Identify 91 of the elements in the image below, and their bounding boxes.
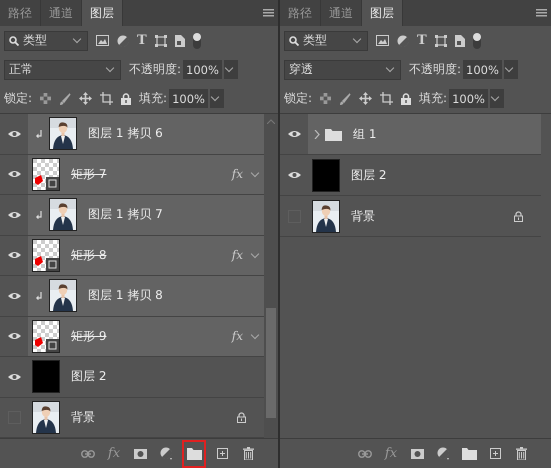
panel-tab[interactable]: 图层 xyxy=(82,0,123,26)
fill-label: 填充: xyxy=(419,90,448,107)
fx-button[interactable]: fx xyxy=(104,442,124,464)
shape-filter-icon[interactable] xyxy=(434,34,447,46)
fill-label: 填充: xyxy=(139,90,168,107)
layer-row[interactable]: 矩形 8 fx xyxy=(28,236,264,275)
eye-icon[interactable] xyxy=(288,130,300,138)
eye-icon[interactable] xyxy=(8,130,20,138)
opacity-label: 不透明度: xyxy=(409,61,462,78)
artboard-icon[interactable] xyxy=(380,92,394,105)
layer-name: 矩形 8 xyxy=(71,246,106,264)
layer-name: 背景 xyxy=(351,208,375,224)
layer-row[interactable]: 矩形 7 fx xyxy=(28,154,264,194)
scrollbar[interactable] xyxy=(264,114,278,438)
opacity-dropdown-button[interactable] xyxy=(502,60,518,79)
opacity-field[interactable]: 100% xyxy=(463,60,502,79)
artboard-icon[interactable] xyxy=(100,92,114,105)
blend-mode-dropdown[interactable]: 正常 xyxy=(4,60,121,80)
type-filter-icon[interactable]: T xyxy=(137,33,147,48)
layer-row[interactable]: 背景 xyxy=(308,196,541,236)
lock-label: 锁定: xyxy=(284,90,312,107)
lock-label: 锁定: xyxy=(4,90,32,107)
eye-icon[interactable] xyxy=(8,332,20,340)
opacity-dropdown-button[interactable] xyxy=(222,60,238,79)
panel-tab[interactable]: 路径 xyxy=(0,0,41,26)
eye-icon[interactable] xyxy=(8,372,20,381)
layer-name: 图层 1 拷贝 8 xyxy=(88,287,163,304)
image-filter-icon[interactable] xyxy=(96,35,109,46)
layer-row[interactable]: 图层 1 拷贝 7 xyxy=(28,195,264,234)
eye-icon[interactable] xyxy=(8,170,20,178)
smart-object-filter-icon[interactable] xyxy=(174,34,185,46)
filter-dropdown[interactable]: 类型 xyxy=(284,30,368,50)
search-icon xyxy=(9,36,19,46)
lock-icon[interactable] xyxy=(401,92,412,104)
shape-thumbnail-drawing xyxy=(32,158,60,191)
eye-icon[interactable] xyxy=(8,210,20,219)
panel-tab[interactable]: 图层 xyxy=(362,0,403,26)
layer-thumbnail xyxy=(32,360,60,394)
eye-icon[interactable] xyxy=(8,251,20,260)
layer-row[interactable]: 图层 2 xyxy=(308,155,541,195)
layer-row[interactable]: 图层 1 拷贝 6 xyxy=(28,114,264,154)
brush-icon[interactable] xyxy=(59,92,72,104)
effects-label[interactable]: fx xyxy=(232,248,243,262)
effects-label[interactable]: fx xyxy=(232,329,243,344)
lock-icon[interactable] xyxy=(121,92,132,104)
move-icon[interactable] xyxy=(359,92,372,105)
scroll-thumb[interactable] xyxy=(266,308,276,418)
fill-dropdown-button[interactable] xyxy=(488,89,504,108)
image-filter-icon[interactable] xyxy=(376,35,389,46)
layer-row[interactable]: 组 1 xyxy=(308,114,541,154)
opacity-label: 不透明度: xyxy=(129,61,182,78)
fx-button[interactable]: fx xyxy=(381,442,401,464)
eye-icon[interactable] xyxy=(8,292,20,300)
layer-name: 组 1 xyxy=(353,126,376,142)
fill-field[interactable]: 100% xyxy=(169,89,208,108)
fill-field[interactable]: 100% xyxy=(449,89,488,108)
folder-icon xyxy=(325,128,342,140)
layer-row[interactable]: 背景 xyxy=(28,398,264,437)
menu-icon[interactable] xyxy=(536,9,547,17)
layer-name: 背景 xyxy=(71,408,95,426)
adjustment-filter-icon[interactable] xyxy=(117,34,129,46)
layer-row[interactable]: 图层 2 xyxy=(28,357,264,396)
panel-tab[interactable]: 路径 xyxy=(280,0,321,26)
brush-icon[interactable] xyxy=(339,92,352,104)
layer-name: 图层 1 拷贝 6 xyxy=(88,125,163,142)
layer-name: 矩形 9 xyxy=(71,328,106,345)
adjustment-filter-icon[interactable] xyxy=(397,34,409,46)
filter-toggle-icon[interactable] xyxy=(192,32,201,48)
type-filter-icon[interactable]: T xyxy=(417,33,427,48)
layer-row[interactable]: 图层 1 拷贝 8 xyxy=(28,276,264,316)
shape-thumbnail-drawing xyxy=(32,238,60,272)
layer-name: 图层 1 拷贝 7 xyxy=(88,206,163,224)
layer-name: 图层 2 xyxy=(71,368,106,386)
layer-name: 矩形 7 xyxy=(71,166,106,183)
folder-icon[interactable] xyxy=(182,440,206,468)
move-icon[interactable] xyxy=(79,92,92,105)
effects-label[interactable]: fx xyxy=(232,167,243,182)
blend-mode-dropdown[interactable]: 穿透 xyxy=(284,60,401,80)
fill-dropdown-button[interactable] xyxy=(208,89,224,108)
layer-thumbnail xyxy=(312,158,340,192)
filter-toggle-icon[interactable] xyxy=(472,32,481,48)
layer-row[interactable]: 矩形 9 fx xyxy=(28,316,264,356)
shape-filter-icon[interactable] xyxy=(154,34,167,46)
eye-icon[interactable] xyxy=(288,171,300,179)
shape-thumbnail-drawing xyxy=(32,320,60,353)
layer-name: 图层 2 xyxy=(351,166,386,184)
smart-object-filter-icon[interactable] xyxy=(454,34,465,46)
opacity-field[interactable]: 100% xyxy=(183,60,222,79)
menu-icon[interactable] xyxy=(263,9,274,17)
search-icon xyxy=(289,36,299,46)
filter-dropdown[interactable]: 类型 xyxy=(4,30,88,50)
